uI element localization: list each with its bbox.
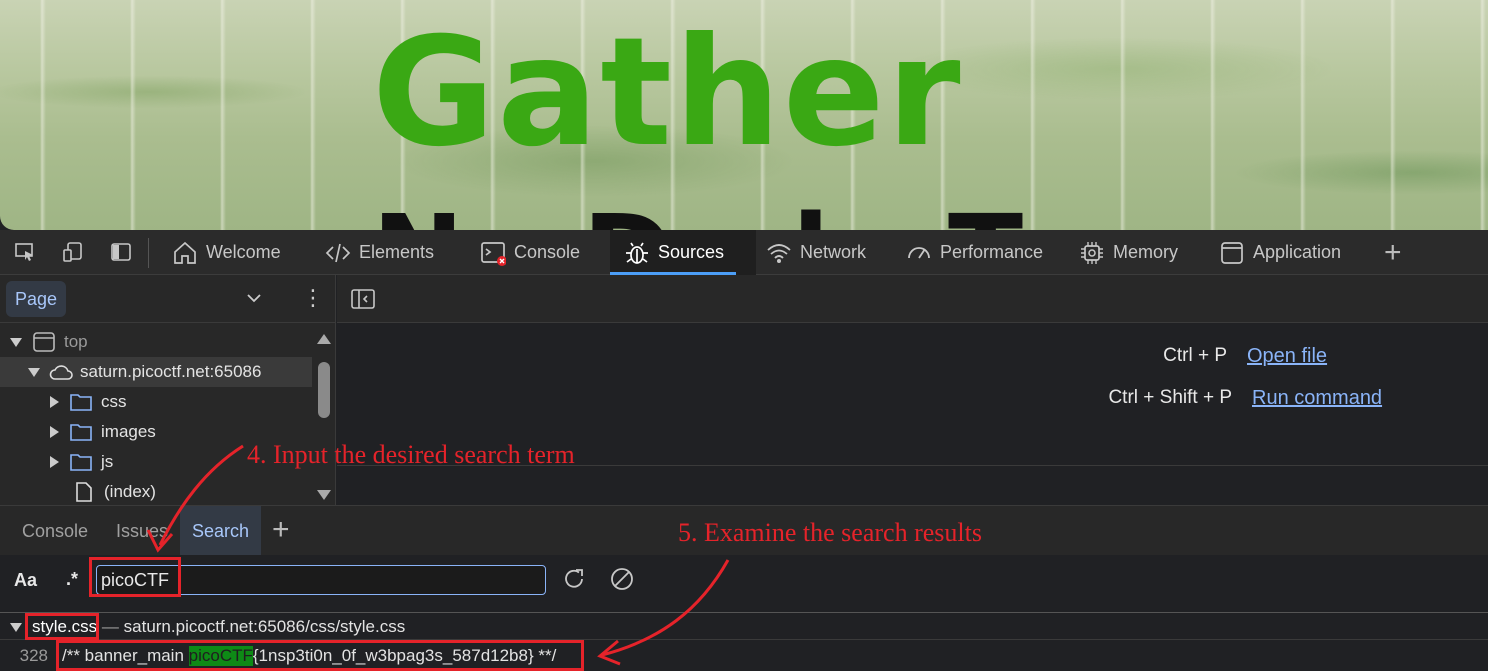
editor-header xyxy=(337,275,1488,323)
expand-arrow-icon xyxy=(50,396,59,408)
scroll-down-icon[interactable] xyxy=(317,490,331,500)
expand-arrow-icon xyxy=(28,367,40,377)
clear-icon[interactable] xyxy=(609,566,635,592)
tab-application-label: Application xyxy=(1253,242,1342,262)
tree-item-host[interactable]: saturn.picoctf.net:65086 xyxy=(0,357,312,387)
tab-network[interactable]: Network xyxy=(766,230,866,275)
code-icon xyxy=(325,243,351,262)
expand-arrow-icon xyxy=(50,426,59,438)
navigator-header: Page ⋮ xyxy=(0,275,336,323)
dock-side-icon[interactable] xyxy=(110,241,132,263)
expand-arrow-icon xyxy=(50,456,59,468)
inspect-icon[interactable] xyxy=(14,241,36,263)
result-file-path: saturn.picoctf.net:65086/css/style.css xyxy=(123,617,406,636)
wifi-icon xyxy=(767,243,791,263)
chip-icon xyxy=(1081,241,1103,264)
regex-toggle[interactable]: .* xyxy=(66,569,78,590)
tab-console-label: Console xyxy=(514,242,581,262)
chevron-down-icon[interactable] xyxy=(245,289,263,307)
toggle-navigator-icon[interactable] xyxy=(351,289,375,309)
tree-item-label: js xyxy=(101,452,114,471)
sources-navigator: Page ⋮ top saturn.picoctf.net:65086 css … xyxy=(0,275,336,505)
expand-arrow-icon xyxy=(10,337,22,347)
tree-item-label: saturn.picoctf.net:65086 xyxy=(80,362,262,381)
drawer-tab-search[interactable]: Search xyxy=(180,506,262,556)
shortcut-keys: Ctrl + Shift + P xyxy=(1108,387,1232,408)
tab-sources-label: Sources xyxy=(658,242,725,262)
toolbar-separator xyxy=(148,238,149,268)
result-separator: — xyxy=(97,617,124,636)
tree-item-file[interactable]: (index) xyxy=(0,477,312,507)
add-tab-icon[interactable]: + xyxy=(1384,238,1402,268)
annotation-box-file-name xyxy=(25,613,99,640)
tree-item-folder[interactable]: css xyxy=(0,387,312,417)
hero-subtitle: N D l T xyxy=(372,200,1063,230)
bug-icon xyxy=(626,242,648,264)
annotation-box-result-line xyxy=(56,640,584,671)
annotation-step5: 5. Examine the search results xyxy=(678,518,982,547)
folder-icon xyxy=(70,394,92,411)
navigator-scrollbar[interactable] xyxy=(314,330,334,505)
window-icon xyxy=(1221,241,1243,264)
tab-performance[interactable]: Performance xyxy=(906,230,1043,275)
drawer-tab-issues[interactable]: Issues xyxy=(116,506,168,556)
drawer-tab-console[interactable]: Console xyxy=(22,506,88,556)
tab-welcome-label: Welcome xyxy=(206,242,281,262)
line-number: 328 xyxy=(19,645,48,665)
tab-memory[interactable]: Memory xyxy=(1079,230,1178,275)
device-toolbar-icon[interactable] xyxy=(62,241,84,263)
more-options-icon[interactable]: ⋮ xyxy=(302,287,324,309)
refresh-icon[interactable] xyxy=(561,566,587,592)
tree-item-top[interactable]: top xyxy=(0,327,312,357)
tree-item-label: (index) xyxy=(104,482,156,501)
frame-icon xyxy=(33,332,55,352)
tab-elements[interactable]: Elements xyxy=(325,230,434,275)
shortcut-keys: Ctrl + P xyxy=(1163,345,1227,366)
tab-performance-label: Performance xyxy=(940,242,1044,262)
folder-icon xyxy=(70,454,92,471)
tree-item-label: css xyxy=(101,392,127,411)
add-drawer-tab-icon[interactable]: + xyxy=(272,515,290,545)
scroll-up-icon[interactable] xyxy=(317,334,331,344)
search-result-file[interactable]: style.css — saturn.picoctf.net:65086/css… xyxy=(0,615,1488,639)
tab-console[interactable]: Console xyxy=(480,230,580,275)
folder-icon xyxy=(70,424,92,441)
tab-network-label: Network xyxy=(800,242,867,262)
tab-application[interactable]: Application xyxy=(1219,230,1341,275)
tab-sources[interactable]: Sources xyxy=(609,230,737,275)
search-toolbar: Aa .* xyxy=(0,555,1488,613)
scrollbar-thumb[interactable] xyxy=(318,362,330,418)
run-command-link[interactable]: Run command xyxy=(1252,387,1382,410)
console-icon xyxy=(481,241,506,266)
open-file-link[interactable]: Open file xyxy=(1247,345,1327,368)
tab-welcome[interactable]: Welcome xyxy=(172,230,281,275)
cloud-icon xyxy=(49,365,73,380)
tab-elements-label: Elements xyxy=(359,242,435,262)
webpage-viewport: Gather N D l T xyxy=(0,0,1488,230)
file-icon xyxy=(76,482,92,502)
expand-arrow-icon xyxy=(10,622,22,632)
gauge-icon xyxy=(908,246,930,258)
devtools-tabbar: Welcome Elements Console Sources Network… xyxy=(0,230,1488,275)
editor-pane: Ctrl + P Open file Ctrl + Shift + P Run … xyxy=(337,275,1488,505)
home-icon xyxy=(174,241,196,264)
hero-title: Gather xyxy=(372,6,963,180)
tree-item-label: top xyxy=(64,332,88,351)
tree-item-label: images xyxy=(101,422,156,441)
match-case-toggle[interactable]: Aa xyxy=(14,570,37,591)
tab-memory-label: Memory xyxy=(1113,242,1179,262)
tab-page[interactable]: Page xyxy=(6,281,66,317)
devtools-panel: Welcome Elements Console Sources Network… xyxy=(0,230,1488,671)
annotation-box-search-input xyxy=(89,557,181,597)
annotation-step4: 4. Input the desired search term xyxy=(247,440,575,469)
